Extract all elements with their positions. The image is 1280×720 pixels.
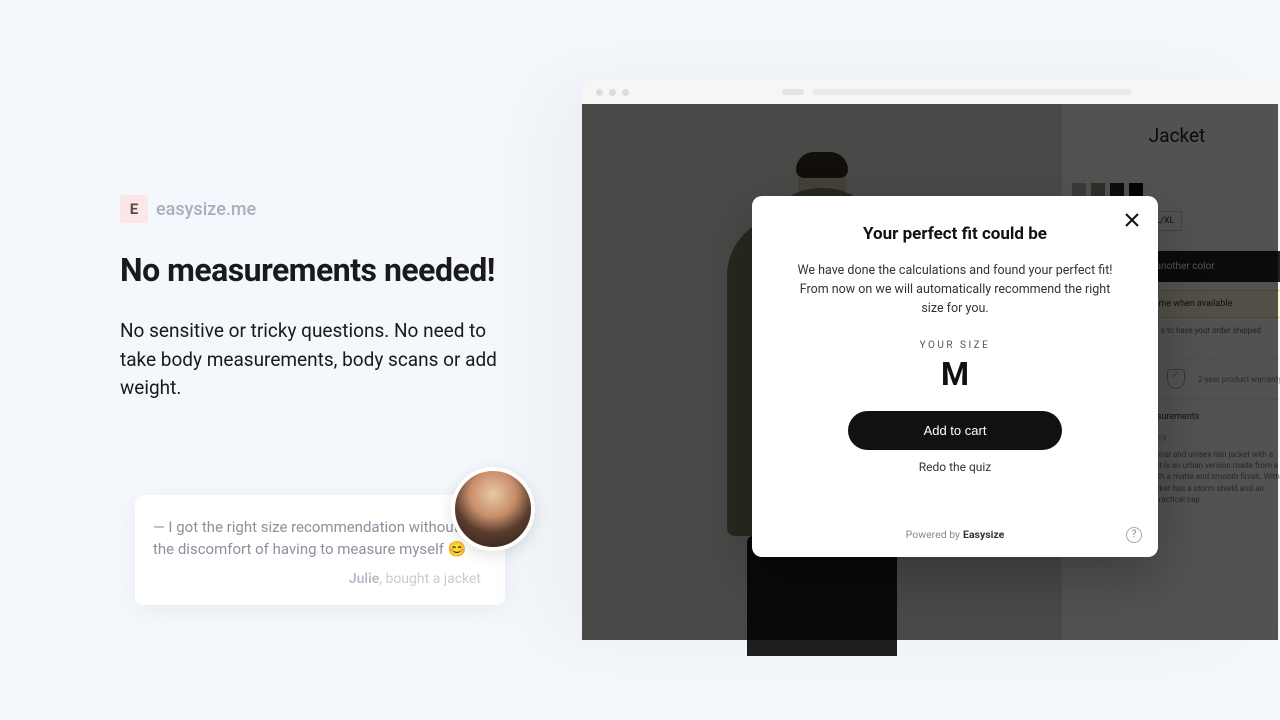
subheadline: No sensitive or tricky questions. No nee…: [120, 317, 520, 403]
address-bar: [782, 89, 1132, 95]
testimonial-card: — I got the right size recommendation wi…: [135, 495, 505, 605]
testimonial-quote: — I got the right size recommendation wi…: [153, 517, 481, 561]
brand-lockup: E easysize.me: [120, 195, 520, 223]
powered-by-brand: Easysize: [963, 528, 1004, 541]
modal-body-text: We have done the calculations and found …: [794, 262, 1116, 318]
headline: No measurements needed!: [120, 251, 520, 289]
testimonial-name: Julie: [349, 571, 379, 587]
traffic-light-icon: [622, 89, 629, 96]
close-icon: [1125, 213, 1139, 227]
add-to-cart-button[interactable]: Add to cart: [848, 411, 1062, 450]
modal-title: Your perfect fit could be: [794, 224, 1116, 244]
modal-footer: Powered by Easysize ?: [794, 528, 1116, 541]
your-size-value: M: [794, 355, 1116, 393]
traffic-light-icon: [596, 89, 603, 96]
brand-name: easysize.me: [156, 199, 256, 220]
product-page: Jacket S/M M/L L/XL Try another color ✉ …: [582, 104, 1278, 640]
browser-mock: Jacket S/M M/L L/XL Try another color ✉ …: [582, 80, 1278, 640]
powered-by-prefix: Powered by: [906, 528, 960, 541]
testimonial-attribution: Julie, bought a jacket: [153, 571, 481, 587]
marketing-pane: E easysize.me No measurements needed! No…: [120, 195, 520, 403]
your-size-label: YOUR SIZE: [794, 340, 1116, 351]
redo-quiz-link[interactable]: Redo the quiz: [794, 460, 1116, 474]
help-icon[interactable]: ?: [1126, 527, 1142, 543]
testimonial: — I got the right size recommendation wi…: [135, 495, 505, 605]
testimonial-action: , bought a jacket: [379, 571, 481, 587]
fit-result-modal: Your perfect fit could be We have done t…: [752, 196, 1158, 557]
brand-icon: E: [120, 195, 148, 223]
browser-chrome: [582, 80, 1278, 104]
traffic-light-icon: [609, 89, 616, 96]
avatar: [451, 467, 535, 551]
close-button[interactable]: [1122, 210, 1142, 230]
